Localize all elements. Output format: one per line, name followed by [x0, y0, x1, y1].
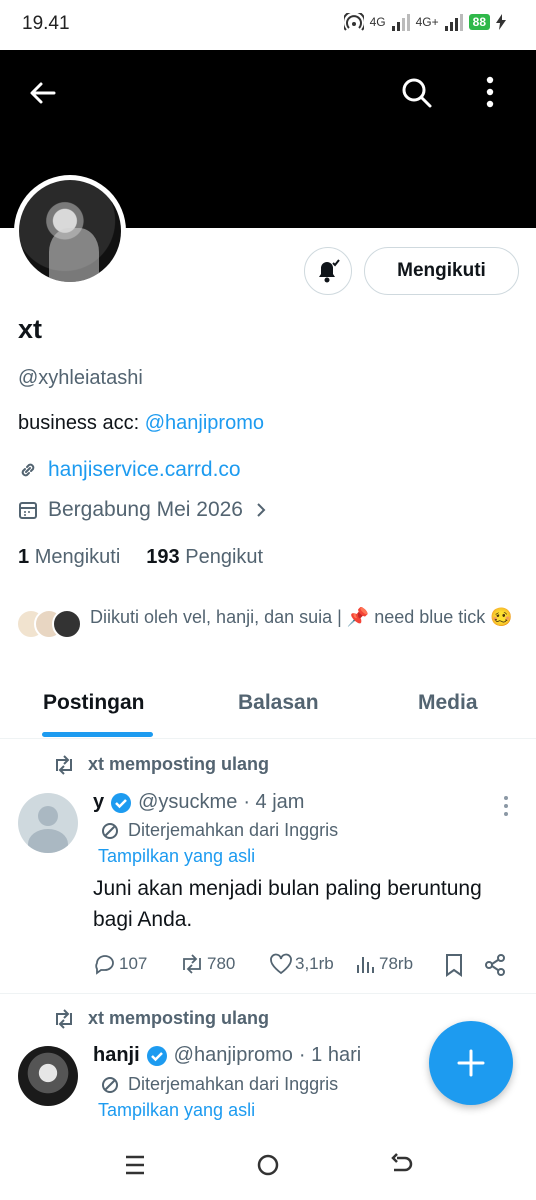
- calendar-icon: [19, 502, 37, 519]
- avatar: [52, 609, 82, 639]
- repost-button[interactable]: 780: [179, 953, 235, 975]
- profile-website[interactable]: hanjiservice.carrd.co: [18, 458, 241, 482]
- repost-label: xt memposting ulang: [88, 754, 270, 774]
- search-icon[interactable]: [398, 74, 434, 110]
- translate-icon: [102, 822, 118, 839]
- recent-apps-icon[interactable]: [122, 1152, 148, 1178]
- website-link[interactable]: hanjiservice.carrd.co: [48, 458, 241, 482]
- more-vertical-icon[interactable]: [500, 795, 512, 817]
- compose-post-button[interactable]: [429, 1021, 513, 1105]
- hotspot-icon: [343, 13, 364, 31]
- following-stat[interactable]: 1 Mengikuti: [18, 546, 120, 569]
- translated-text: Diterjemahkan dari Inggris: [128, 1074, 339, 1094]
- home-icon[interactable]: [255, 1152, 281, 1178]
- bio-text: business acc:: [18, 412, 145, 434]
- bio-mention-link[interactable]: @hanjipromo: [145, 412, 264, 434]
- more-vertical-icon[interactable]: [478, 74, 502, 110]
- chevron-right-icon: [257, 503, 266, 517]
- following-count: 1: [18, 546, 30, 568]
- status-bar: 19.41 4G 4G+ 88: [0, 0, 536, 50]
- plus-icon: [457, 1049, 485, 1077]
- status-icons: 4G 4G+ 88: [343, 13, 506, 31]
- following-button[interactable]: Mengikuti: [364, 247, 519, 295]
- post-header: y @ysuckme · 4 jam: [93, 791, 304, 814]
- verified-badge-icon: [111, 792, 132, 813]
- profile-bio: business acc: @hanjipromo: [18, 412, 264, 435]
- link-icon: [21, 463, 35, 477]
- avatar[interactable]: [18, 1046, 78, 1106]
- reply-icon: [95, 955, 114, 975]
- bar-chart-icon: [357, 957, 374, 973]
- followers-label: Pengikut: [185, 546, 264, 568]
- followed-by-text: Diikuti oleh vel, hanji, dan suia | 📌 ne…: [90, 607, 513, 627]
- followers-count: 193: [146, 546, 180, 568]
- arrow-left-icon[interactable]: [26, 76, 60, 110]
- network-type-2: 4G+: [415, 15, 439, 29]
- repost-label: xt memposting ulang: [88, 1008, 270, 1028]
- following-label: Mengikuti: [34, 546, 121, 568]
- post-author-name[interactable]: y: [93, 791, 104, 814]
- network-type-1: 4G: [369, 15, 386, 29]
- joined-text: Bergabung Mei 2026: [48, 498, 243, 521]
- repost-icon: [183, 954, 201, 974]
- post-text: Juni akan menjadi bulan paling beruntung…: [93, 877, 482, 931]
- profile-tabs: Postingan Balasan Media: [0, 675, 536, 739]
- translated-indicator: Diterjemahkan dari Inggris: [100, 820, 338, 841]
- profile-handle: @xyhleiatashi: [18, 367, 143, 389]
- tab-posts[interactable]: Postingan: [43, 691, 145, 715]
- avatar-image: [19, 180, 121, 282]
- show-original-link[interactable]: Tampilkan yang asli: [98, 1100, 255, 1121]
- system-navigation-bar: [0, 1130, 536, 1200]
- verified-badge-icon: [146, 1045, 167, 1066]
- status-time: 19.41: [22, 13, 70, 34]
- show-original-link[interactable]: Tampilkan yang asli: [98, 846, 255, 867]
- like-count: 3,1rb: [295, 954, 334, 973]
- avatar[interactable]: [18, 793, 78, 853]
- like-button[interactable]: 3,1rb: [269, 953, 334, 975]
- bookmark-icon[interactable]: [443, 953, 465, 977]
- followed-by-row[interactable]: Diikuti oleh vel, hanji, dan suia | 📌 ne…: [16, 604, 526, 644]
- charging-icon: [496, 14, 506, 30]
- translate-icon: [102, 1076, 118, 1093]
- repost-indicator[interactable]: xt memposting ulang: [52, 1008, 269, 1029]
- notification-bell-button[interactable]: [304, 247, 352, 295]
- heart-icon: [270, 953, 292, 975]
- tab-replies[interactable]: Balasan: [238, 691, 319, 715]
- post-time: · 1 hari: [298, 1044, 362, 1066]
- post-actions: 107 780 3,1rb 78rb: [93, 953, 513, 979]
- profile-avatar[interactable]: [14, 175, 126, 287]
- follow-stats: 1 Mengikuti 193 Pengikut: [18, 546, 263, 569]
- post-author-handle[interactable]: @hanjipromo: [174, 1044, 293, 1067]
- post-time: · 4 jam: [243, 791, 305, 813]
- repost-count: 780: [207, 954, 236, 973]
- tab-media[interactable]: Media: [418, 691, 478, 715]
- repost-indicator[interactable]: xt memposting ulang: [52, 754, 269, 775]
- bell-check-icon: [319, 259, 340, 283]
- battery-badge: 88: [468, 14, 490, 30]
- post-author-name[interactable]: hanji: [93, 1044, 140, 1067]
- views-button[interactable]: 78rb: [355, 953, 413, 975]
- profile-joined-date[interactable]: Bergabung Mei 2026: [18, 498, 269, 522]
- share-icon[interactable]: [483, 953, 507, 977]
- reply-button[interactable]: 107: [93, 953, 147, 975]
- translated-text: Diterjemahkan dari Inggris: [128, 820, 339, 840]
- followed-by-avatars: [16, 604, 86, 644]
- back-nav-icon[interactable]: [388, 1152, 414, 1178]
- reply-count: 107: [119, 954, 148, 973]
- signal-icon-2: [444, 13, 463, 31]
- repost-icon: [56, 754, 72, 775]
- post-header: hanji @hanjipromo · 1 hari: [93, 1044, 361, 1067]
- signal-icon: [391, 13, 410, 31]
- view-count: 78rb: [379, 954, 414, 973]
- active-tab-indicator: [42, 732, 153, 737]
- followers-stat[interactable]: 193 Pengikut: [146, 546, 263, 569]
- post-divider: [0, 993, 536, 994]
- profile-name: xt: [18, 314, 43, 344]
- post-author-handle[interactable]: @ysuckme: [138, 791, 237, 814]
- translated-indicator: Diterjemahkan dari Inggris: [100, 1074, 338, 1095]
- repost-icon: [56, 1008, 72, 1029]
